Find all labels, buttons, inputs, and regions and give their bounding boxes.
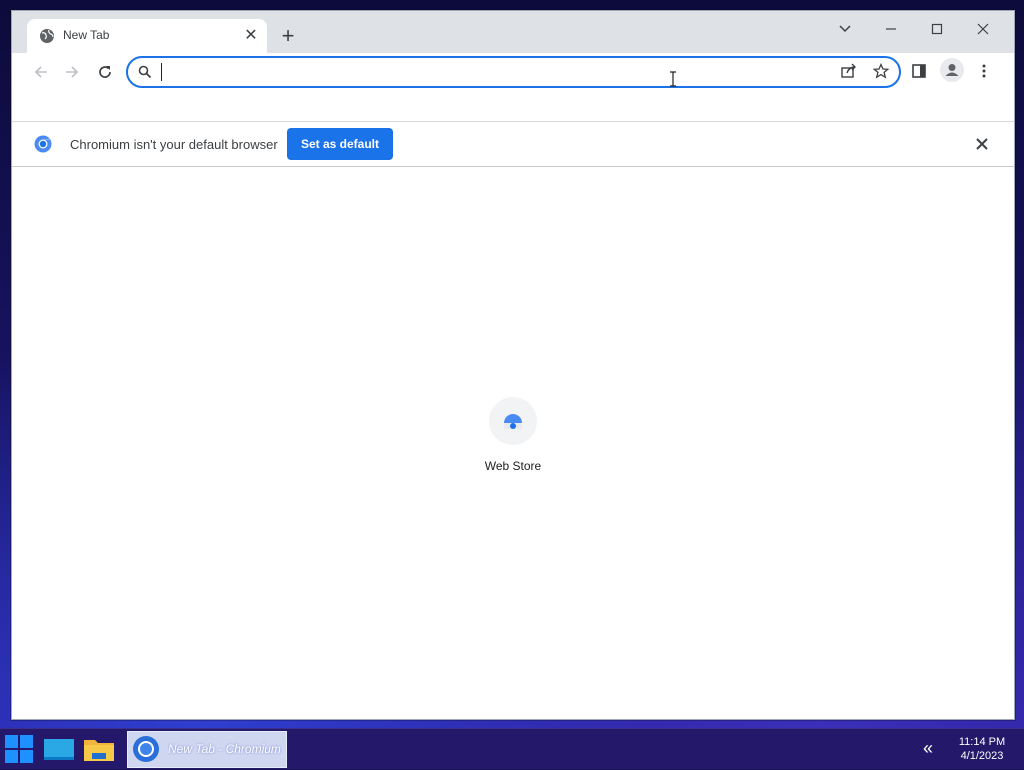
maximize-icon [931, 23, 943, 35]
menu-icon [982, 64, 986, 78]
reload-button[interactable] [91, 58, 119, 86]
show-desktop-button[interactable] [42, 733, 76, 765]
tab-search-button[interactable] [830, 15, 860, 43]
profile-button[interactable] [940, 58, 964, 82]
tab-strip: New Tab ✕ + [12, 11, 1014, 53]
forward-button[interactable] [58, 58, 86, 86]
menu-button[interactable] [971, 58, 999, 86]
tab-title: New Tab [63, 28, 110, 42]
minimize-icon [886, 28, 896, 30]
tab-new-tab[interactable]: New Tab ✕ [27, 19, 267, 53]
taskbar: New Tab - Chromium « 11:14 PM 4/1/2023 [0, 728, 1024, 769]
back-button[interactable] [27, 58, 55, 86]
address-input[interactable] [160, 62, 804, 84]
globe-icon [39, 28, 55, 44]
toolbar [12, 53, 1014, 91]
new-tab-button[interactable]: + [276, 25, 300, 49]
infobar-message: Chromium isn't your default browser [70, 137, 278, 152]
taskbar-chromium-window[interactable]: New Tab - Chromium [127, 731, 287, 768]
share-icon[interactable] [840, 63, 858, 79]
clock-time: 11:14 PM [958, 736, 1006, 748]
new-tab-page: Web Store [12, 167, 1014, 719]
desktop-icon [44, 739, 74, 760]
tab-close-button[interactable]: ✕ [241, 26, 261, 46]
back-icon [34, 66, 47, 78]
chromium-icon [133, 736, 159, 762]
file-explorer-button[interactable] [82, 733, 116, 765]
start-button[interactable] [3, 733, 35, 765]
close-icon [977, 23, 989, 35]
infobar-close-button[interactable] [972, 134, 992, 154]
clock-date: 4/1/2023 [960, 750, 1004, 762]
chromium-icon [34, 135, 52, 153]
reload-icon [99, 66, 111, 78]
minimize-button[interactable] [876, 15, 906, 43]
shortcut-web-store[interactable]: Web Store [463, 395, 563, 485]
chevron-down-icon [839, 25, 851, 33]
shortcut-label: Web Store [484, 459, 542, 473]
browser-window: New Tab ✕ + Chromium isn't your default … [11, 10, 1015, 720]
system-clock[interactable]: 11:14 PM 4/1/2023 [950, 735, 1014, 763]
search-icon [138, 65, 152, 79]
maximize-button[interactable] [922, 15, 952, 43]
web-store-icon [504, 414, 522, 429]
start-icon [5, 735, 33, 763]
default-browser-infobar: Chromium isn't your default browser Set … [12, 122, 1014, 167]
profile-icon [945, 64, 959, 76]
star-icon[interactable] [873, 63, 889, 79]
taskbar-task-label: New Tab - Chromium [168, 742, 281, 756]
close-icon [976, 138, 988, 150]
show-hidden-icons-button[interactable]: « [918, 738, 938, 758]
side-panel-button[interactable] [906, 58, 934, 86]
forward-icon [66, 66, 79, 78]
bookmark-bar [12, 91, 1014, 122]
text-cursor-icon [670, 71, 676, 87]
text-caret [161, 63, 162, 81]
close-window-button[interactable] [968, 15, 998, 43]
side-panel-icon [912, 64, 926, 78]
address-bar[interactable] [126, 56, 901, 88]
set-as-default-button[interactable]: Set as default [287, 128, 393, 160]
file-explorer-icon [84, 740, 114, 761]
shortcut-tile [489, 397, 537, 445]
